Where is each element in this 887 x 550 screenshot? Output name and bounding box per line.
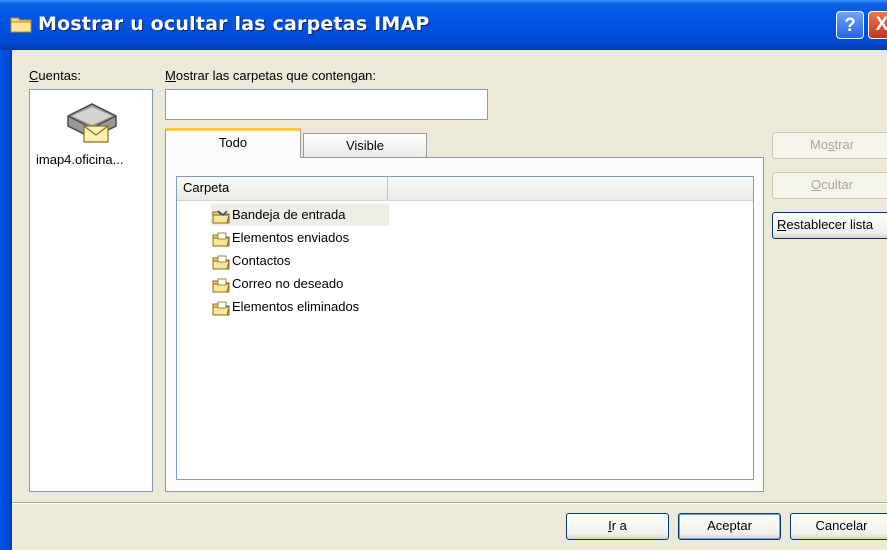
list-item[interactable]: Correo no deseado — [211, 273, 343, 295]
accept-button[interactable]: Aceptar — [678, 513, 781, 540]
close-button[interactable]: X — [868, 11, 887, 39]
mail-server-icon — [67, 103, 117, 143]
list-item-label: Elementos eliminados — [232, 299, 360, 314]
reset-list-button[interactable]: Restablecer lista — [772, 212, 887, 239]
inbox-folder-icon — [212, 209, 230, 224]
window-title: Mostrar u ocultar las carpetas IMAP — [38, 13, 430, 35]
accounts-label: Cuentas: — [29, 68, 82, 83]
help-button[interactable]: ? — [836, 11, 864, 39]
list-item[interactable]: Elementos eliminados — [211, 296, 359, 318]
hide-button[interactable]: Ocultar — [772, 172, 887, 199]
show-button[interactable]: Mostrar — [772, 132, 887, 159]
list-item[interactable]: Elementos enviados — [211, 227, 349, 249]
list-item[interactable]: Bandeja de entrada — [211, 204, 389, 226]
tab-visible[interactable]: Visible — [303, 133, 427, 158]
column-header-folder[interactable]: Carpeta — [177, 177, 388, 200]
tab-panel: Carpeta Bandeja de entrada Elementos env… — [165, 157, 764, 492]
footer-separator — [12, 502, 887, 504]
folder-icon — [212, 278, 230, 293]
folder-icon — [10, 17, 32, 33]
list-header: Carpeta — [177, 177, 753, 201]
account-item-label: imap4.oficina... — [36, 152, 124, 167]
list-item[interactable]: Contactos — [211, 250, 291, 272]
filter-label: Mostrar las carpetas que contengan: — [165, 68, 377, 83]
folder-icon — [212, 255, 230, 270]
folder-icon — [212, 232, 230, 247]
tab-todo[interactable]: Todo — [165, 128, 301, 158]
list-item-label: Correo no deseado — [232, 276, 344, 291]
folder-list[interactable]: Carpeta Bandeja de entrada Elementos env… — [176, 176, 754, 480]
title-bar[interactable]: Mostrar u ocultar las carpetas IMAP ? X — [0, 0, 887, 50]
goto-button[interactable]: Ir a — [566, 513, 669, 540]
accounts-list[interactable]: imap4.oficina... — [29, 89, 153, 492]
list-item-label: Bandeja de entrada — [232, 207, 346, 222]
folder-icon — [212, 301, 230, 316]
accounts-label-text: uentas: — [38, 68, 82, 83]
filter-input[interactable] — [165, 89, 488, 120]
window-frame-left — [0, 50, 12, 550]
list-item-label: Contactos — [232, 253, 291, 268]
filter-label-text: ostrar las carpetas que contengan: — [175, 68, 377, 83]
list-item-label: Elementos enviados — [232, 230, 350, 245]
cancel-button[interactable]: Cancelar — [790, 513, 887, 540]
dialog-window: Mostrar u ocultar las carpetas IMAP ? X … — [0, 0, 887, 550]
